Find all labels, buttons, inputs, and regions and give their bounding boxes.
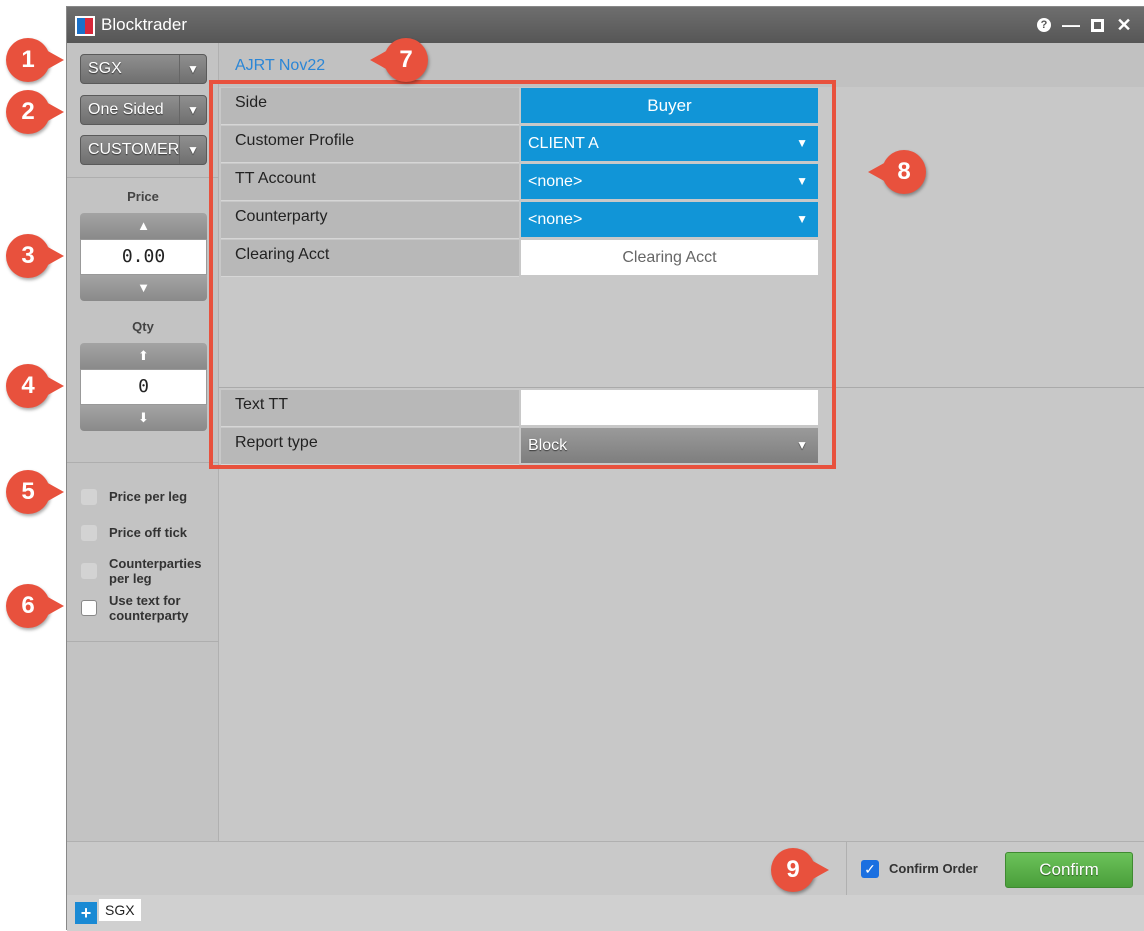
exchange-select[interactable]: SGX ▼ bbox=[80, 54, 207, 84]
window-title: Blocktrader bbox=[101, 15, 187, 34]
use-text-for-counterparty-label: Use text for counterparty bbox=[109, 593, 189, 623]
exchange-select-value: SGX bbox=[88, 60, 122, 77]
callout-number: 3 bbox=[21, 242, 35, 269]
confirm-order-checkbox[interactable]: ✓ bbox=[861, 860, 879, 878]
chevron-down-icon: ▼ bbox=[179, 96, 206, 124]
side-mode-select[interactable]: One Sided ▼ bbox=[80, 95, 207, 125]
qty-down-button[interactable]: ⬇ bbox=[80, 405, 207, 431]
callout-1: 1 bbox=[6, 38, 64, 82]
highlight-box bbox=[209, 80, 836, 469]
callout-number: 9 bbox=[786, 856, 800, 883]
tab-bar: + SGX bbox=[67, 895, 1144, 931]
account-type-select-value: CUSTOMER bbox=[88, 141, 180, 158]
callout-3: 3 bbox=[6, 234, 64, 278]
minimize-icon[interactable]: — bbox=[1061, 14, 1081, 36]
use-text-for-counterparty-option[interactable]: Use text for counterparty bbox=[81, 593, 215, 623]
left-panel: SGX ▼ One Sided ▼ CUSTOMER ▼ Price ▲ 0.0… bbox=[67, 43, 219, 841]
counterparties-per-leg-checkbox[interactable] bbox=[81, 563, 97, 579]
callout-6: 6 bbox=[6, 584, 64, 628]
contract-title[interactable]: AJRT Nov22 bbox=[235, 57, 325, 75]
qty-label: Qty bbox=[132, 319, 154, 334]
price-per-leg-checkbox[interactable] bbox=[81, 489, 97, 505]
confirm-order-label: Confirm Order bbox=[889, 861, 978, 876]
price-off-tick-label: Price off tick bbox=[109, 525, 188, 540]
price-down-button[interactable]: ▼ bbox=[80, 275, 207, 301]
divider bbox=[67, 641, 219, 642]
tab-sgx[interactable]: SGX bbox=[99, 899, 141, 921]
divider bbox=[67, 177, 219, 178]
add-tab-button[interactable]: + bbox=[75, 902, 97, 924]
callout-5: 5 bbox=[6, 470, 64, 514]
price-label: Price bbox=[127, 189, 159, 204]
callout-9: 9 bbox=[771, 848, 829, 892]
maximize-icon[interactable] bbox=[1091, 18, 1104, 32]
app-logo-icon bbox=[75, 16, 95, 36]
callout-8: 8 bbox=[868, 150, 926, 194]
confirm-button[interactable]: Confirm bbox=[1005, 852, 1133, 888]
close-icon[interactable]: ✕ bbox=[1114, 14, 1134, 36]
price-off-tick-checkbox[interactable] bbox=[81, 525, 97, 541]
counterparties-per-leg-option[interactable]: Counterparties per leg bbox=[81, 556, 215, 586]
title-bar: Blocktrader ? — ✕ bbox=[67, 7, 1144, 43]
callout-number: 7 bbox=[399, 46, 413, 73]
callout-number: 4 bbox=[21, 372, 35, 399]
divider bbox=[67, 462, 219, 463]
callout-number: 5 bbox=[21, 478, 35, 505]
callout-7: 7 bbox=[370, 38, 428, 82]
account-type-select[interactable]: CUSTOMER ▼ bbox=[80, 135, 207, 165]
bottom-bar: ✓ Confirm Order Confirm bbox=[67, 841, 1144, 896]
help-icon[interactable]: ? bbox=[1037, 18, 1051, 32]
qty-input[interactable]: 0 bbox=[80, 369, 207, 405]
price-per-leg-option[interactable]: Price per leg bbox=[81, 489, 215, 505]
counterparties-per-leg-label: Counterparties per leg bbox=[109, 556, 202, 586]
price-off-tick-option[interactable]: Price off tick bbox=[81, 525, 215, 541]
callout-2: 2 bbox=[6, 90, 64, 134]
callout-number: 8 bbox=[897, 158, 911, 185]
price-per-leg-label: Price per leg bbox=[109, 489, 188, 504]
callout-4: 4 bbox=[6, 364, 64, 408]
callout-number: 2 bbox=[21, 98, 35, 125]
price-up-button[interactable]: ▲ bbox=[80, 213, 207, 239]
chevron-down-icon: ▼ bbox=[179, 136, 206, 164]
use-text-for-counterparty-checkbox[interactable] bbox=[81, 600, 97, 616]
qty-up-button[interactable]: ⬆ bbox=[80, 343, 207, 369]
divider bbox=[846, 842, 847, 896]
callout-number: 6 bbox=[21, 592, 35, 619]
callout-number: 1 bbox=[21, 46, 35, 73]
chevron-down-icon: ▼ bbox=[179, 55, 206, 83]
side-mode-select-value: One Sided bbox=[88, 101, 164, 118]
price-input[interactable]: 0.00 bbox=[80, 239, 207, 275]
